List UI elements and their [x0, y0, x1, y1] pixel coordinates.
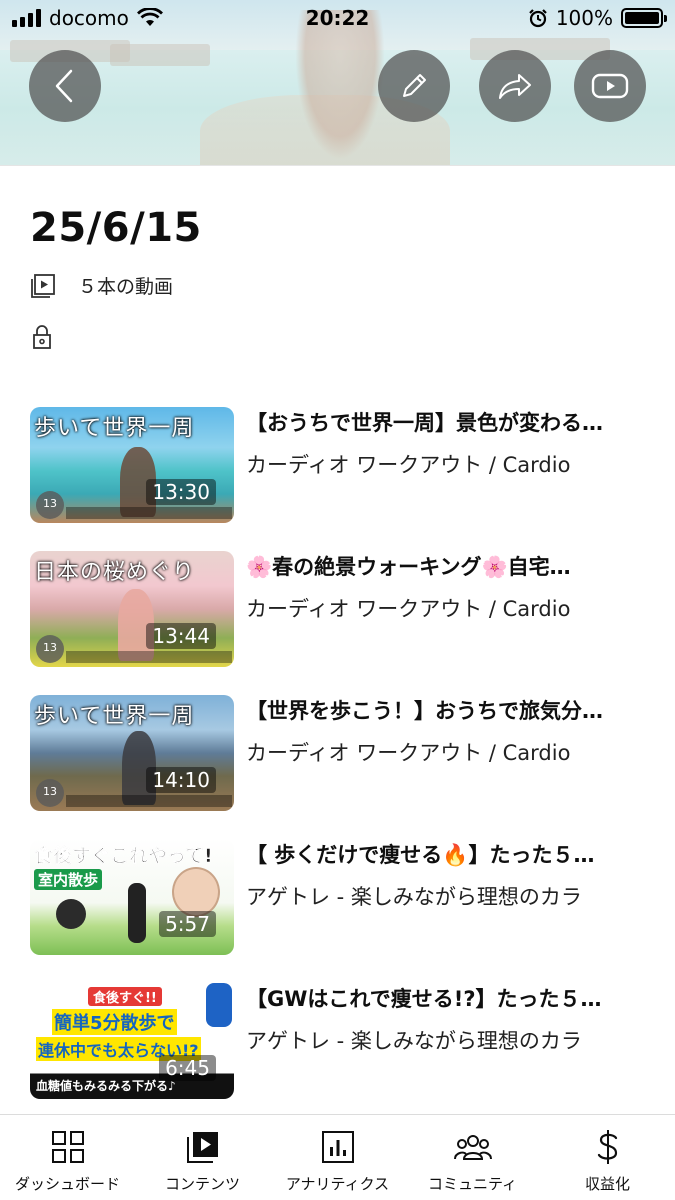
thumbnail-bottomcaption: 血糖値もみるみる下がる♪	[36, 1079, 176, 1093]
thumbnail-caption: 歩いて世界一周	[34, 704, 195, 729]
video-thumbnail[interactable]: 食後すぐこれやって! 室内散歩 5:57	[30, 839, 234, 955]
thumbnail-strip	[66, 507, 232, 519]
video-duration: 5:57	[159, 911, 216, 937]
share-icon	[499, 74, 531, 99]
back-button[interactable]	[29, 50, 101, 122]
nav-dashboard[interactable]: ダッシュボード	[0, 1127, 135, 1194]
thumbnail-illustration	[172, 867, 220, 917]
dashboard-icon	[51, 1131, 84, 1163]
thumbnail-person	[128, 883, 146, 943]
video-title[interactable]: 【GWはこれで痩せる!?】たった５…	[246, 983, 636, 1015]
edit-button[interactable]	[378, 50, 450, 122]
video-thumbnail[interactable]: 食後すぐ!! 簡単5分散歩で 連休中でも太らない!? 血糖値もみるみる下がる♪ …	[30, 983, 234, 1099]
youtube-button[interactable]	[574, 50, 646, 122]
thumbnail-strip	[66, 795, 232, 807]
nav-label: ダッシュボード	[14, 1175, 120, 1193]
chevron-left-icon	[55, 69, 73, 103]
video-thumbnail[interactable]: 日本の桜めぐり 13 13:44	[30, 551, 234, 667]
nav-label: アナリティクス	[285, 1175, 390, 1193]
video-channel: カーディオ ワークアウト / Cardio	[246, 597, 571, 621]
video-duration: 6:45	[159, 1055, 216, 1081]
video-count: ５本の動画	[78, 276, 174, 298]
battery-icon	[621, 8, 667, 28]
video-item[interactable]: 歩いて世界一周 13 13:30 【おうちで世界一周】景色が変わる… カーディオ…	[30, 407, 670, 523]
visibility-row	[30, 324, 54, 350]
thumbnail-subcaption: 室内散歩	[34, 869, 103, 890]
duration-badge: 13	[36, 779, 64, 807]
video-channel: カーディオ ワークアウト / Cardio	[246, 741, 571, 765]
thumbnail-caption: 歩いて世界一周	[34, 416, 195, 441]
video-count-row: ５本の動画	[30, 272, 173, 299]
video-title[interactable]: 🌸春の絶景ウォーキング🌸自宅…	[246, 551, 636, 583]
video-title[interactable]: 【おうちで世界一周】景色が変わる…	[246, 407, 636, 439]
thumbnail-caption: 簡単5分散歩で	[52, 1009, 177, 1035]
video-duration: 14:10	[146, 767, 216, 793]
banner-divider	[0, 165, 675, 166]
video-title[interactable]: 【 歩くだけで痩せる🔥】たった５…	[246, 839, 636, 871]
thumbnail-caption: 食後すぐこれやって!	[34, 845, 213, 868]
analytics-icon	[321, 1131, 354, 1163]
thumbnail-topcaption: 食後すぐ!!	[88, 987, 162, 1006]
video-duration: 13:30	[146, 479, 216, 505]
alarm-icon	[529, 9, 547, 28]
playlist-icon	[31, 273, 55, 298]
thumbnail-person	[206, 983, 232, 1027]
video-thumbnail[interactable]: 歩いて世界一周 13 13:30	[30, 407, 234, 523]
video-thumbnail[interactable]: 歩いて世界一周 13 14:10	[30, 695, 234, 811]
video-item[interactable]: 歩いて世界一周 13 14:10 【世界を歩こう！】おうちで旅気分… カーディオ…	[30, 695, 670, 811]
playlist-title: 25/6/15	[30, 205, 202, 251]
video-item[interactable]: 日本の桜めぐり 13 13:44 🌸春の絶景ウォーキング🌸自宅… カーディオ ワ…	[30, 551, 670, 667]
duration-badge: 13	[36, 491, 64, 519]
banner-hut	[110, 44, 210, 66]
video-title[interactable]: 【世界を歩こう！】おうちで旅気分…	[246, 695, 636, 727]
video-channel: カーディオ ワークアウト / Cardio	[246, 453, 571, 477]
nav-label: コミュニティ	[427, 1175, 518, 1193]
video-channel: アゲトレ - 楽しみながら理想のカラ	[246, 885, 582, 909]
battery-percent: 100%	[555, 6, 613, 30]
nav-community[interactable]: コミュニティ	[405, 1127, 540, 1194]
video-item[interactable]: 食後すぐ!! 簡単5分散歩で 連休中でも太らない!? 血糖値もみるみる下がる♪ …	[30, 983, 670, 1099]
thumbnail-caption: 日本の桜めぐり	[34, 560, 196, 585]
lock-icon	[33, 325, 51, 349]
duration-badge: 13	[36, 635, 64, 663]
youtube-icon	[591, 73, 629, 99]
share-button[interactable]	[479, 50, 551, 122]
nav-label: コンテンツ	[164, 1175, 240, 1193]
community-icon	[453, 1135, 492, 1160]
status-bar: docomo 20:22 100%	[0, 0, 675, 36]
nav-content[interactable]: コンテンツ	[135, 1127, 270, 1194]
video-item[interactable]: 食後すぐこれやって! 室内散歩 5:57 【 歩くだけで痩せる🔥】たった５… ア…	[30, 839, 670, 955]
content-icon	[186, 1132, 218, 1163]
nav-analytics[interactable]: アナリティクス	[270, 1127, 405, 1194]
video-duration: 13:44	[146, 623, 216, 649]
nav-label: 収益化	[584, 1175, 630, 1193]
thumbnail-strip	[66, 651, 232, 663]
monetization-icon	[597, 1130, 617, 1164]
pencil-icon	[403, 74, 426, 97]
thumbnail-person	[56, 899, 86, 929]
bottom-nav: ダッシュボード コンテンツ アナリティクス コミュニティ 収益化	[0, 1114, 675, 1200]
nav-monetization[interactable]: 収益化	[540, 1127, 675, 1194]
video-channel: アゲトレ - 楽しみながら理想のカラ	[246, 1029, 582, 1053]
